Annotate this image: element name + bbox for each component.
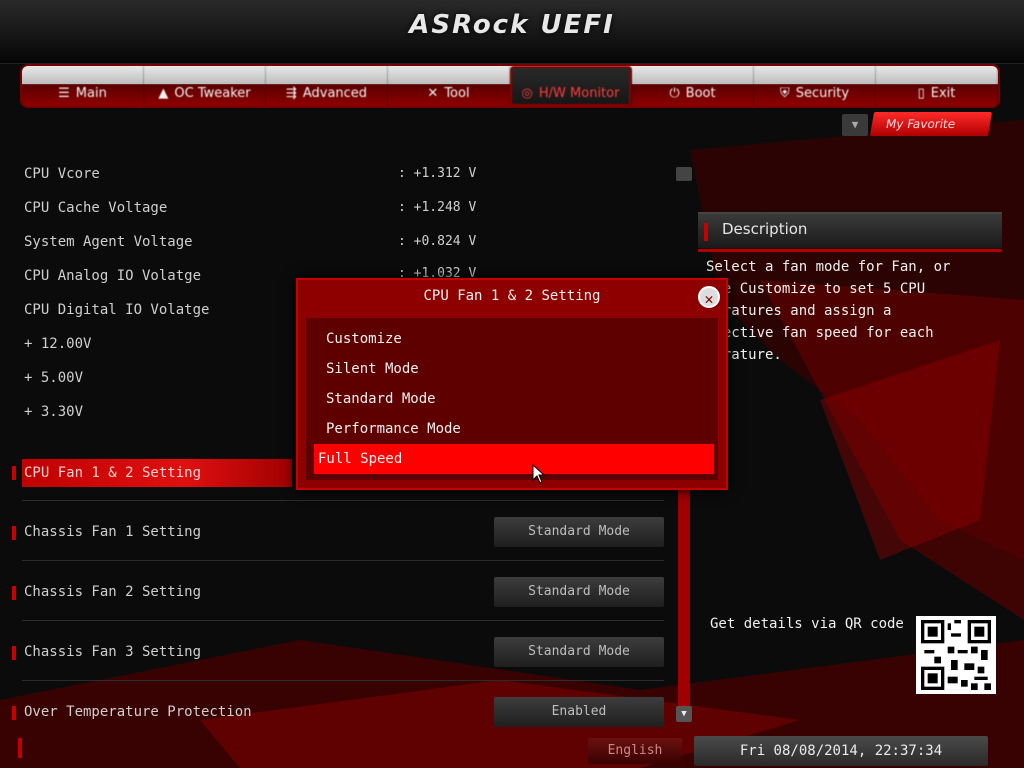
header-bar: ASRock UEFI xyxy=(0,0,1024,64)
tab-label: Security xyxy=(795,85,850,101)
popup-title: CPU Fan 1 & 2 Setting xyxy=(423,288,601,304)
tab-label: Boot xyxy=(685,85,716,101)
tab-boot[interactable]: ⏻ Boot xyxy=(632,66,754,106)
voltage-label-cpu-analog-io: CPU Analog IO Volatge xyxy=(24,268,202,284)
setting-cpu-fan-1-2[interactable]: CPU Fan 1 & 2 Setting xyxy=(24,461,201,485)
divider xyxy=(22,500,664,501)
collapse-indicator[interactable] xyxy=(676,167,692,181)
setting-chassis-fan-1[interactable]: Chassis Fan 1 Setting xyxy=(24,520,201,544)
popup-option-silent-mode[interactable]: Silent Mode xyxy=(314,354,714,384)
tab-label: Tool xyxy=(444,85,470,101)
over-temperature-protection-value-button[interactable]: Enabled xyxy=(494,697,664,727)
voltage-label-cpu-cache: CPU Cache Voltage xyxy=(24,200,168,216)
tab-exit[interactable]: ▯ Exit xyxy=(876,66,998,106)
scroll-down-arrow[interactable]: ▼ xyxy=(676,706,692,722)
chassis-fan-3-value-button[interactable]: Standard Mode xyxy=(494,637,664,667)
tab-label: OC Tweaker xyxy=(174,85,251,101)
divider xyxy=(22,680,664,681)
monitor-icon: ◎ xyxy=(521,85,533,101)
voltage-label-cpu-vcore: CPU Vcore xyxy=(24,166,100,182)
close-icon[interactable]: ✕ xyxy=(698,286,720,308)
scrollbar[interactable] xyxy=(678,486,690,714)
tab-hw-monitor[interactable]: ◎ H/W Monitor xyxy=(510,66,632,106)
tab-label: Main xyxy=(75,85,107,101)
tab-label: Exit xyxy=(930,85,956,101)
row-bullet xyxy=(12,586,16,600)
arrows-icon: ⇶ xyxy=(285,85,297,101)
my-favorite-button[interactable]: My Favorite xyxy=(869,112,993,136)
shield-icon: ⛨ xyxy=(779,85,790,101)
tab-label: Advanced xyxy=(302,85,368,101)
tab-oc-tweaker[interactable]: ▲ OC Tweaker xyxy=(144,66,266,106)
mouse-cursor-icon xyxy=(532,464,546,484)
tab-security[interactable]: ⛨ Security xyxy=(754,66,876,106)
divider xyxy=(22,560,664,561)
row-bullet xyxy=(12,526,16,540)
voltage-value-cpu-cache: : +1.248 V xyxy=(398,200,477,215)
voltage-label-12v: + 12.00V xyxy=(24,336,92,352)
row-bullet xyxy=(12,466,16,480)
divider xyxy=(22,620,664,621)
tab-main[interactable]: ☰ Main xyxy=(22,66,144,106)
fan-mode-popup: CPU Fan 1 & 2 Setting ✕ Customize Silent… xyxy=(296,278,728,490)
tab-tool[interactable]: ✕ Tool xyxy=(388,66,510,106)
chassis-fan-1-value-button[interactable]: Standard Mode xyxy=(494,517,664,547)
description-title: Description xyxy=(722,220,808,238)
qr-code-label: Get details via QR code xyxy=(710,616,904,632)
voltage-value-system-agent: : +0.824 V xyxy=(398,234,477,249)
voltage-label-5v: + 5.00V xyxy=(24,370,84,386)
popup-option-performance-mode[interactable]: Performance Mode xyxy=(314,414,714,444)
popup-option-standard-mode[interactable]: Standard Mode xyxy=(314,384,714,414)
voltage-label-system-agent: System Agent Voltage xyxy=(24,234,193,250)
main-tab-bar: ☰ Main ▲ OC Tweaker ⇶ Advanced ✕ Tool ◎ … xyxy=(22,66,998,106)
rocket-icon: ▲ xyxy=(158,85,169,101)
popup-option-customize[interactable]: Customize xyxy=(314,324,714,354)
qr-code-image xyxy=(916,616,996,694)
tools-icon: ✕ xyxy=(427,85,439,101)
favorite-dropdown-arrow[interactable]: ▼ xyxy=(842,114,868,136)
power-icon: ⏻ xyxy=(669,85,680,101)
popup-options-list: Customize Silent Mode Standard Mode Perf… xyxy=(306,318,718,480)
description-underline xyxy=(698,249,1002,252)
voltage-label-cpu-digital-io: CPU Digital IO Volatge xyxy=(24,302,210,318)
voltage-label-3-3v: + 3.30V xyxy=(24,404,84,420)
description-marker xyxy=(704,223,708,241)
date-time-display: Fri 08/08/2014, 22:37:34 xyxy=(694,736,988,766)
footer-marker xyxy=(18,738,22,758)
setting-chassis-fan-2[interactable]: Chassis Fan 2 Setting xyxy=(24,580,201,604)
chassis-fan-2-value-button[interactable]: Standard Mode xyxy=(494,577,664,607)
tab-label: H/W Monitor xyxy=(538,85,620,101)
setting-chassis-fan-3[interactable]: Chassis Fan 3 Setting xyxy=(24,640,201,664)
popup-option-full-speed[interactable]: Full Speed xyxy=(314,444,714,474)
voltage-value-cpu-vcore: : +1.312 V xyxy=(398,166,477,181)
row-bullet xyxy=(12,646,16,660)
language-button[interactable]: English xyxy=(588,738,682,764)
door-icon: ▯ xyxy=(917,85,925,101)
list-icon: ☰ xyxy=(58,85,70,101)
asrock-uefi-logo: ASRock UEFI xyxy=(409,10,615,40)
row-bullet xyxy=(12,706,16,720)
setting-over-temperature-protection[interactable]: Over Temperature Protection xyxy=(24,700,252,724)
description-text: Select a fan mode for Fan, or ose Custom… xyxy=(706,259,951,363)
qr-code-icon xyxy=(921,620,991,690)
tab-advanced[interactable]: ⇶ Advanced xyxy=(266,66,388,106)
